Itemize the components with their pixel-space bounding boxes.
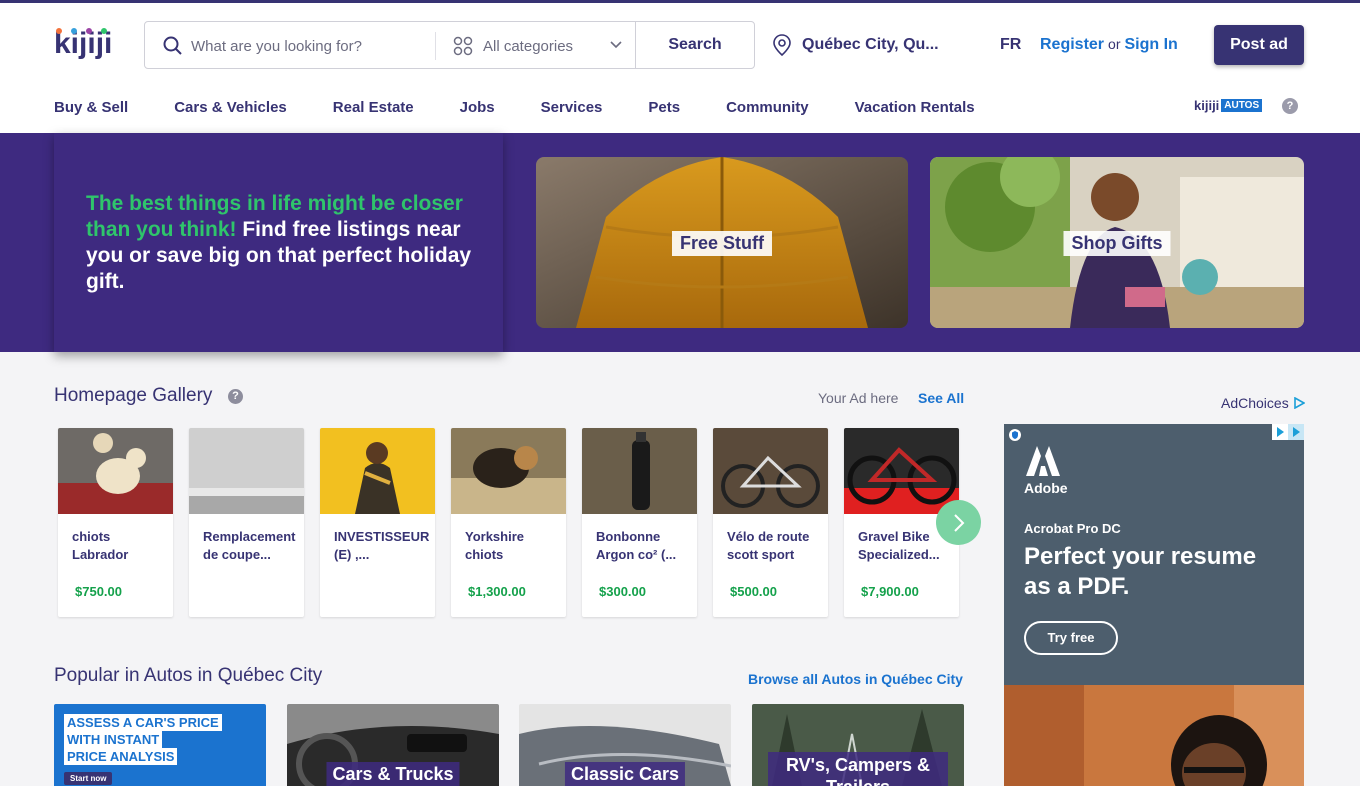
nav-item-cars-vehicles[interactable]: Cars & Vehicles (174, 99, 287, 116)
nav-item-buy-sell[interactable]: Buy & Sell (54, 99, 128, 116)
chevron-down-icon[interactable] (609, 38, 623, 52)
listing-title: Remplacement de coupe... (203, 529, 296, 562)
see-all-link[interactable]: See All (918, 390, 964, 406)
nav-item-pets[interactable]: Pets (648, 99, 680, 116)
promo-line-2: WITH INSTANT (64, 731, 163, 748)
autos-section-title: Popular in Autos in Québec City (54, 665, 323, 686)
listing-photo (844, 428, 959, 514)
autos-card-label: Classic Cars (564, 762, 686, 786)
autos-logo-autos: AUTOS (1221, 99, 1263, 112)
ad-banner-image[interactable] (1004, 685, 1304, 786)
autos-card-rvs[interactable]: RV's, Campers & Trailers (752, 704, 964, 786)
listing-title: Yorkshire chiots (465, 529, 525, 562)
promo-start-button[interactable]: Start now (64, 772, 113, 785)
language-toggle[interactable]: FR (1000, 36, 1021, 54)
gallery-item[interactable]: INVESTISSEUR (E) ,... (320, 428, 435, 617)
location-selector[interactable]: Québec City, Qu... (802, 36, 939, 54)
search-input[interactable] (191, 32, 431, 60)
hero-text-box: The best things in life might be closer … (54, 133, 503, 352)
listing-price: $300.00 (599, 584, 646, 599)
categories-icon (453, 36, 473, 56)
post-ad-button[interactable]: Post ad (1214, 25, 1304, 65)
listing-title: chiots Labrador (72, 529, 129, 562)
gallery-item[interactable]: Yorkshire chiots $1,300.00 (451, 428, 566, 617)
search-divider (435, 32, 436, 60)
listing-title: INVESTISSEUR (E) ,... (334, 529, 430, 562)
hero-headline: The best things in life might be closer … (86, 191, 476, 295)
listing-price: $750.00 (75, 584, 122, 599)
sign-in-link[interactable]: Sign In (1124, 36, 1177, 53)
promo-line-3: PRICE ANALYSIS (64, 748, 178, 765)
ad-banner[interactable]: Adobe Acrobat Pro DC Perfect your resume… (1004, 424, 1304, 685)
ad-shield-icon (1009, 429, 1021, 441)
nav-item-community[interactable]: Community (726, 99, 809, 116)
ad-brand: Adobe (1024, 480, 1068, 496)
kijiji-logo[interactable]: kijiji (54, 27, 118, 63)
autos-card-classic-cars[interactable]: Classic Cars (519, 704, 731, 786)
kijiji-autos-logo[interactable]: kijiji AUTOS (1194, 98, 1263, 113)
autos-card-label: Cars & Trucks (326, 762, 460, 786)
adchoices-link[interactable]: AdChoices (1221, 395, 1306, 411)
hero-card-label: Free Stuff (671, 231, 773, 256)
ad-cta-button[interactable]: Try free (1024, 621, 1118, 655)
gallery-help-icon[interactable]: ? (228, 389, 243, 404)
listing-photo (320, 428, 435, 514)
listing-photo (451, 428, 566, 514)
search-button[interactable]: Search (635, 21, 755, 69)
listing-photo (713, 428, 828, 514)
location-pin-icon[interactable] (772, 34, 792, 56)
nav-item-services[interactable]: Services (541, 99, 603, 116)
your-ad-here-link[interactable]: Your Ad here (818, 390, 898, 406)
header: kijiji All categories Search Québec City… (0, 0, 1360, 133)
search-icon (163, 36, 182, 55)
autos-card-label: RV's, Campers & Trailers (768, 752, 948, 786)
listing-title: Vélo de route scott sport (727, 529, 810, 562)
nav-item-vacation-rentals[interactable]: Vacation Rentals (855, 99, 975, 116)
gallery-title: Homepage Gallery (54, 385, 213, 406)
hero-banner: The best things in life might be closer … (0, 133, 1360, 352)
nav-item-real-estate[interactable]: Real Estate (333, 99, 414, 116)
nav-item-jobs[interactable]: Jobs (460, 99, 495, 116)
autos-logo-kijiji: kijiji (1194, 98, 1220, 113)
price-analysis-promo[interactable]: ASSESS A CAR'S PRICE WITH INSTANT PRICE … (54, 704, 266, 786)
listing-price: $500.00 (730, 584, 777, 599)
register-link[interactable]: Register (1040, 36, 1104, 53)
or-text: or (1108, 36, 1121, 52)
browse-all-autos-link[interactable]: Browse all Autos in Québec City (748, 671, 963, 687)
listing-photo (582, 428, 697, 514)
ad-info-icon[interactable] (1272, 424, 1304, 440)
chevron-right-icon (953, 513, 964, 532)
listing-title: Bonbonne Argon co² (... (596, 529, 677, 562)
search-bar: All categories Search (144, 21, 755, 69)
ad-headline: Perfect your resume as a PDF. (1024, 543, 1257, 600)
gallery-item[interactable]: Bonbonne Argon co² (... $300.00 (582, 428, 697, 617)
listing-price: $7,900.00 (861, 584, 919, 599)
ad-photo (1004, 685, 1304, 786)
adchoices-icon (1293, 396, 1306, 410)
hero-card-free-stuff[interactable]: Free Stuff (536, 157, 908, 328)
hero-card-shop-gifts[interactable]: Shop Gifts (930, 157, 1304, 328)
help-icon[interactable]: ? (1282, 98, 1298, 114)
gallery-next-button[interactable] (936, 500, 981, 545)
gallery-item[interactable]: Vélo de route scott sport $500.00 (713, 428, 828, 617)
adchoices-label: AdChoices (1221, 395, 1289, 411)
listing-photo (189, 428, 304, 514)
auth-links: Register or Sign In (1040, 36, 1178, 54)
gallery-item[interactable]: chiots Labrador $750.00 (58, 428, 173, 617)
autos-card-cars-trucks[interactable]: Cars & Trucks (287, 704, 499, 786)
hero-card-label: Shop Gifts (1063, 231, 1171, 256)
main-nav: Buy & Sell Cars & Vehicles Real Estate J… (54, 99, 975, 116)
gallery-item[interactable]: Remplacement de coupe... (189, 428, 304, 617)
ad-product: Acrobat Pro DC (1024, 521, 1121, 536)
listing-photo (58, 428, 173, 514)
promo-line-1: ASSESS A CAR'S PRICE (64, 714, 222, 731)
adobe-logo-icon (1026, 446, 1060, 476)
listing-price: $1,300.00 (468, 584, 526, 599)
category-select[interactable]: All categories (483, 38, 573, 55)
